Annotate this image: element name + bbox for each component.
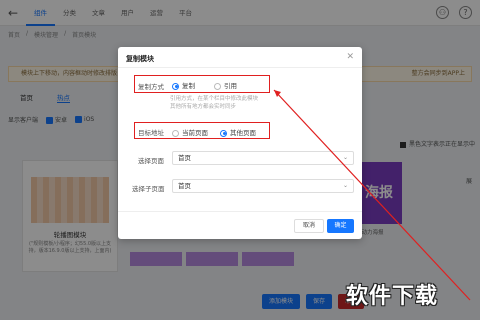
divider <box>118 211 362 212</box>
confirm-button[interactable]: 确定 <box>327 219 354 233</box>
radio-current-page[interactable]: 当前页面 <box>172 127 208 137</box>
watermark: 软件下载 <box>346 284 439 309</box>
radio-other-page[interactable]: 其他页面 <box>220 127 256 137</box>
radio-selected-icon[interactable] <box>220 129 227 137</box>
reference-hint: 引用方式，在某个栏目中修改此模块 其他所有地方都会实时同步 <box>170 96 259 110</box>
chevron-down-icon: ⌄ <box>342 154 348 161</box>
divider <box>118 67 362 68</box>
dialog-title: 复制模块 <box>126 55 154 63</box>
copy-module-dialog: 复制模块 ✕ 复制方式 复制 引用 引用方式，在某个栏目中修改此模块 其他所有地… <box>118 47 362 239</box>
radio-icon[interactable] <box>172 129 179 137</box>
page-select-label: 选择页面 <box>138 157 164 165</box>
radio-selected-icon[interactable] <box>172 82 179 90</box>
chevron-down-icon: ⌄ <box>342 182 348 189</box>
copy-mode-label: 复制方式 <box>138 83 164 91</box>
subpage-select-label: 选择子页面 <box>132 185 165 193</box>
radio-icon[interactable] <box>214 82 221 90</box>
radio-reference[interactable]: 引用 <box>214 80 237 90</box>
cancel-button[interactable]: 取消 <box>294 219 324 233</box>
target-label: 目标地址 <box>138 129 164 137</box>
page-select[interactable]: 首页 ⌄ <box>172 151 354 165</box>
close-icon[interactable]: ✕ <box>346 52 354 62</box>
subpage-select[interactable]: 首页 ⌄ <box>172 179 354 193</box>
radio-copy[interactable]: 复制 <box>172 80 195 90</box>
